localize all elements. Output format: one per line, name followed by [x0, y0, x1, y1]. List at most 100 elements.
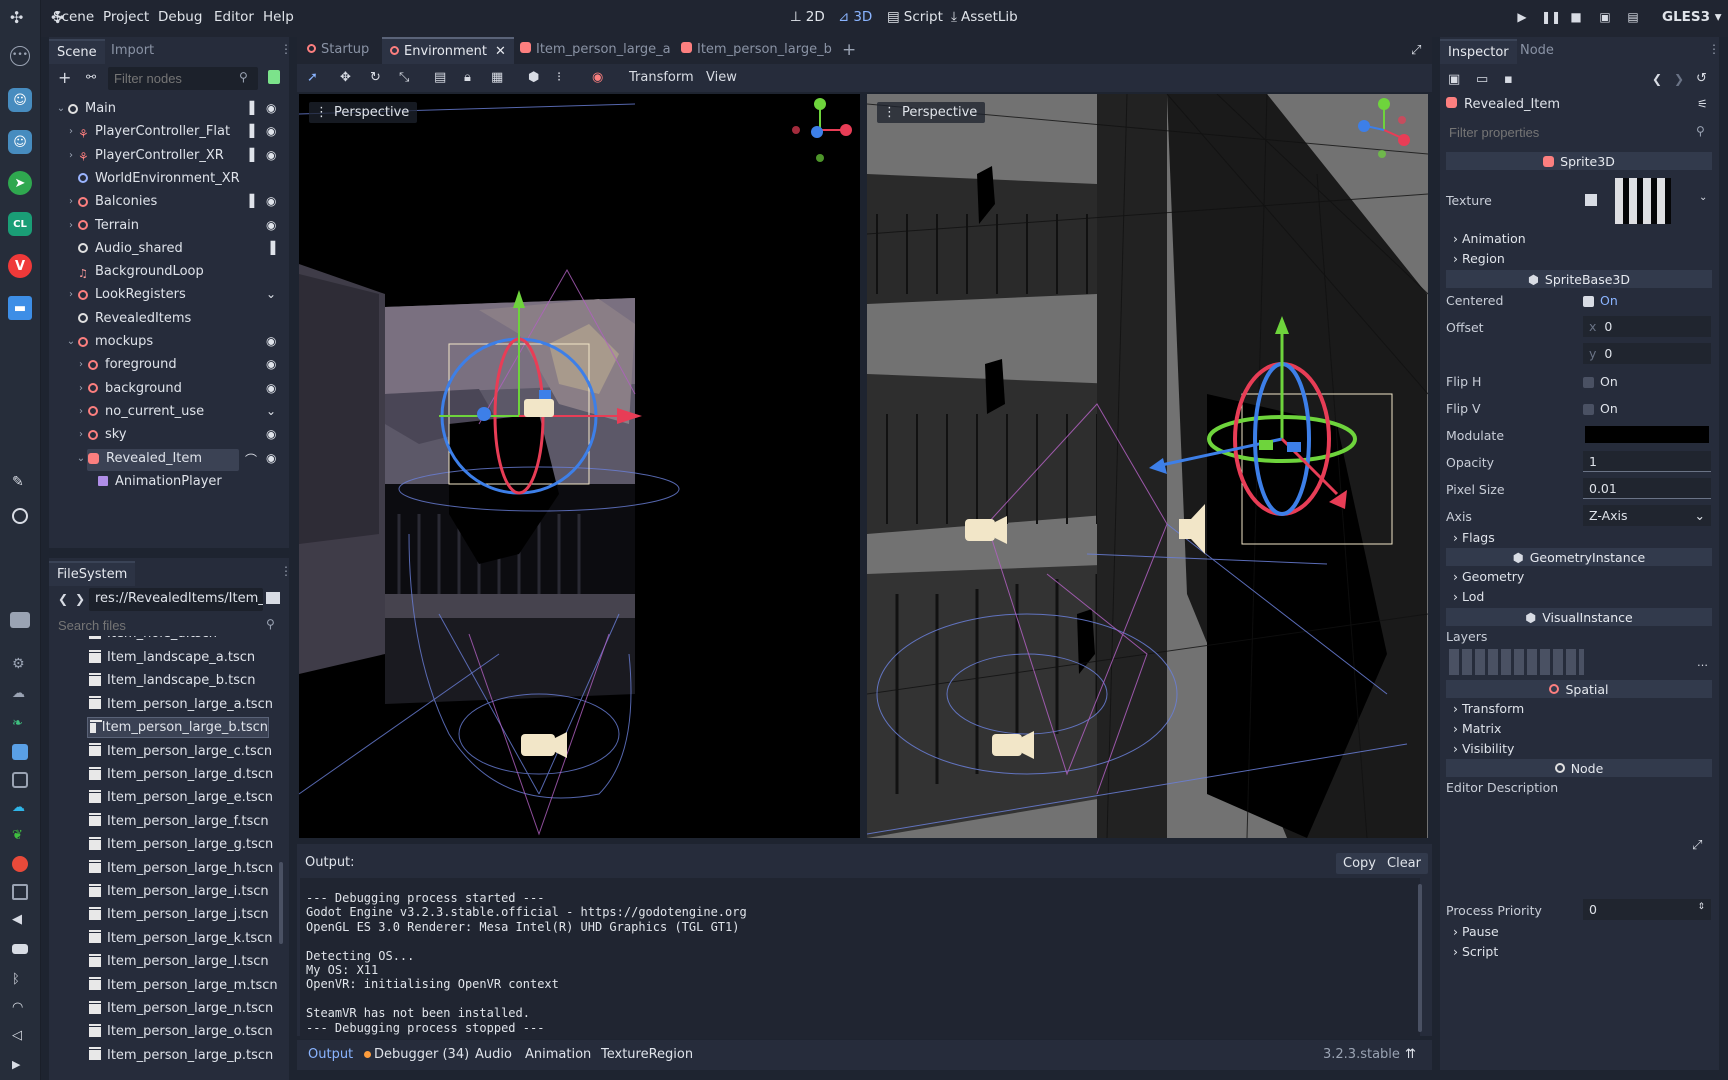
pen-icon[interactable]: ✎ — [12, 474, 28, 490]
new-resource-icon[interactable]: ▣ — [1448, 72, 1460, 87]
view-menu[interactable]: View — [706, 70, 737, 85]
camera-override-icon[interactable]: ◉ — [592, 70, 603, 85]
godot-app-icon-2[interactable]: ☺ — [8, 130, 32, 154]
centered-checkbox[interactable]: On — [1583, 293, 1618, 308]
script-icon[interactable]: ▐ — [245, 148, 254, 162]
history-icon[interactable]: ↺ — [1696, 71, 1707, 86]
dock-menu-icon[interactable]: ⋮ — [280, 42, 292, 56]
expand-arrow-icon[interactable]: › — [66, 126, 76, 137]
tray-gear-icon[interactable]: ⚙ — [12, 656, 28, 672]
expand-arrow-icon[interactable]: › — [66, 196, 76, 207]
bottom-tab-textureregion[interactable]: TextureRegion — [601, 1047, 693, 1062]
group-icon[interactable]: ▦ — [491, 70, 503, 85]
mode-3d-button[interactable]: ⊿ 3D — [838, 9, 872, 25]
mode-assetlib-button[interactable]: ⤓ AssetLib — [951, 9, 1018, 25]
section-script[interactable]: › Script — [1453, 944, 1498, 959]
bottom-tab-animation[interactable]: Animation — [525, 1047, 591, 1062]
filter-properties-input[interactable] — [1443, 121, 1713, 144]
section-transform[interactable]: › Transform — [1453, 701, 1524, 716]
vivaldi-app-icon[interactable]: V — [8, 254, 32, 278]
bottom-tab-output[interactable]: Output — [308, 1047, 353, 1062]
distraction-free-icon[interactable]: ⤢ — [1411, 43, 1421, 58]
tab-filesystem[interactable]: FileSystem — [49, 561, 136, 586]
telegram-app-icon[interactable]: ➤ — [8, 171, 32, 195]
tree-row[interactable]: AnimationPlayer — [86, 471, 222, 492]
eye-icon[interactable]: ◉ — [266, 194, 276, 208]
script-icon[interactable]: ▐ — [266, 241, 275, 255]
save-resource-icon[interactable]: ▪ — [1504, 72, 1513, 87]
link-icon[interactable]: ⚯ — [86, 70, 96, 84]
right-axis-gizmo[interactable] — [1354, 96, 1424, 166]
editor-description-field[interactable] — [1446, 800, 1683, 893]
eye-icon[interactable]: ◉ — [266, 427, 276, 441]
forward-icon[interactable]: ❯ — [75, 592, 85, 606]
tray-leaf-icon[interactable]: ❦ — [12, 828, 28, 844]
layers-more-icon[interactable]: … — [1697, 656, 1708, 669]
expand-arrow-icon[interactable]: › — [66, 289, 76, 300]
menu-editor[interactable]: Editor — [214, 9, 254, 25]
left-axis-gizmo[interactable] — [790, 96, 860, 166]
section-node[interactable]: Node — [1446, 759, 1712, 777]
tab-startup[interactable]: Startup — [307, 42, 369, 57]
output-scrollbar[interactable] — [1418, 884, 1422, 1032]
right-viewport[interactable]: ⋮ Perspective — [867, 94, 1428, 838]
opacity-field[interactable]: 1 — [1583, 451, 1711, 472]
file-row[interactable]: Item_landscape_a.tscn — [89, 647, 255, 668]
tab-item-person-large-b[interactable]: Item_person_large_b — [681, 42, 832, 57]
tree-row[interactable]: › no_current_use — [76, 401, 204, 422]
signal-icon[interactable]: ⌒ — [245, 451, 257, 468]
tray-volume-icon[interactable]: ◀ — [12, 912, 28, 928]
tree-row[interactable]: RevealedItems — [66, 308, 191, 329]
tree-row[interactable]: › foreground — [76, 354, 177, 375]
file-row[interactable]: Item_person_large_c.tscn — [89, 741, 272, 762]
tab-environment[interactable]: Environment ✕ — [382, 37, 514, 64]
script-icon[interactable]: ▐ — [245, 101, 254, 115]
app-grid-icon[interactable]: ✣ — [10, 8, 30, 28]
tray-expand-icon[interactable]: ▶ — [12, 1058, 28, 1074]
section-visualinstance[interactable]: ⬢ VisualInstance — [1446, 608, 1712, 626]
texture-dropdown-icon[interactable]: ⌄ — [1699, 192, 1707, 203]
menu-project[interactable]: Project — [103, 9, 149, 25]
split-view-icon[interactable] — [266, 592, 280, 604]
search-files-input[interactable] — [52, 614, 285, 637]
file-row-partial[interactable]: Item_hole_d.tscn — [89, 636, 217, 644]
expand-arrow-icon[interactable]: › — [66, 220, 76, 231]
expand-arrow-icon[interactable]: › — [76, 429, 86, 440]
tree-row[interactable]: › ⚘ PlayerController_Flat — [66, 121, 230, 142]
file-row[interactable]: Item_person_large_a.tscn — [89, 694, 273, 715]
tray-clipboard-icon[interactable] — [12, 884, 28, 900]
section-spritebase3d[interactable]: ⬢ SpriteBase3D — [1446, 270, 1712, 288]
offset-x-field[interactable]: x0 — [1583, 316, 1711, 337]
menu-scene[interactable]: Scene — [53, 9, 94, 25]
lock-icon[interactable]: 🔒︎ — [464, 70, 471, 85]
add-node-icon[interactable]: + — [58, 68, 71, 87]
tab-item-person-large-a[interactable]: Item_person_large_a — [520, 42, 671, 57]
files-app-icon[interactable]: ▬ — [8, 296, 32, 320]
file-row[interactable]: Item_landscape_b.tscn — [89, 670, 255, 691]
right-perspective-menu[interactable]: ⋮ Perspective — [877, 102, 986, 123]
move-tool-icon[interactable]: ✥ — [340, 70, 351, 85]
history-forward-icon[interactable]: ❯ — [1674, 72, 1684, 86]
menu-help[interactable]: Help — [263, 9, 294, 25]
layers-grid[interactable] — [1449, 649, 1584, 675]
file-row[interactable]: Item_person_large_o.tscn — [89, 1021, 273, 1042]
tray-cloud-icon[interactable]: ☁ — [12, 686, 28, 702]
tree-row[interactable]: › sky — [76, 424, 127, 445]
file-row[interactable]: Item_person_large_e.tscn — [89, 787, 273, 808]
file-row[interactable]: Item_person_large_k.tscn — [89, 928, 273, 949]
eye-icon[interactable]: ◉ — [266, 334, 276, 348]
tree-row[interactable]: › background — [76, 378, 182, 399]
eye-icon[interactable]: ◉ — [266, 357, 276, 371]
local-space-icon[interactable]: ⬢ — [528, 70, 539, 85]
clear-button[interactable]: Clear — [1380, 853, 1428, 874]
history-back-icon[interactable]: ❮ — [1652, 72, 1662, 86]
object-selector[interactable]: Revealed_Item — [1446, 97, 1560, 112]
snap-icon[interactable]: ⁝ — [557, 70, 561, 85]
section-geometry[interactable]: › Geometry — [1453, 569, 1524, 584]
tray-s-icon[interactable] — [12, 856, 28, 872]
play-icon[interactable]: ▶ — [1514, 10, 1530, 26]
fs-menu-icon[interactable]: ⋮ — [280, 564, 292, 578]
section-animation[interactable]: › Animation — [1453, 231, 1526, 246]
clion-app-icon[interactable]: CL — [8, 212, 32, 236]
tree-row[interactable]: › Balconies — [66, 191, 157, 212]
